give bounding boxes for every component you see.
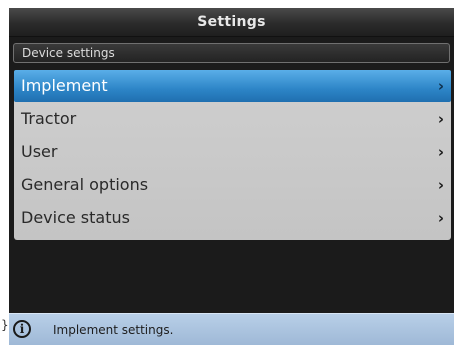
section-header: Device settings <box>13 43 450 63</box>
menu-item-implement[interactable]: Implement › <box>14 70 451 102</box>
info-icon: i <box>13 320 31 338</box>
edge-bracket-glyph: } <box>1 318 9 332</box>
chevron-right-icon: › <box>437 176 444 194</box>
menu-item-label: User <box>21 142 58 161</box>
menu-item-label: Tractor <box>21 109 77 128</box>
settings-menu: Implement › Tractor › User › General opt… <box>14 70 451 240</box>
menu-item-user[interactable]: User › <box>14 136 451 168</box>
chevron-right-icon: › <box>437 77 444 95</box>
section-label: Device settings <box>22 46 115 60</box>
menu-item-tractor[interactable]: Tractor › <box>14 103 451 135</box>
menu-item-label: General options <box>21 175 149 194</box>
device-screen: Settings Device settings Implement › Tra… <box>9 8 454 345</box>
chevron-right-icon: › <box>437 110 444 128</box>
chevron-right-icon: › <box>437 209 444 227</box>
status-text: Implement settings. <box>53 323 174 337</box>
page-title: Settings <box>197 14 266 30</box>
menu-item-label: Implement <box>21 76 108 95</box>
status-bar: i Implement settings. <box>9 313 454 345</box>
menu-item-device-status[interactable]: Device status › <box>14 202 451 234</box>
chevron-right-icon: › <box>437 143 444 161</box>
menu-item-label: Device status <box>21 208 130 227</box>
menu-item-general-options[interactable]: General options › <box>14 169 451 201</box>
title-bar: Settings <box>9 8 454 37</box>
